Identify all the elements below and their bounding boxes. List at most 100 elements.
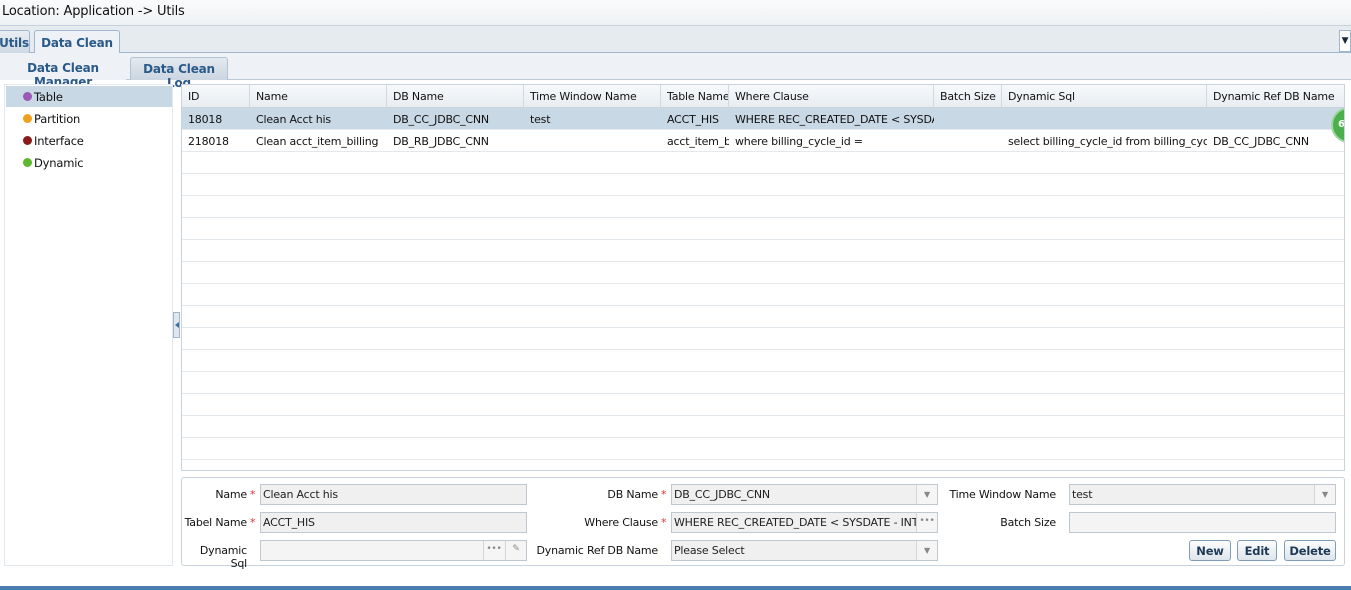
chevron-down-icon[interactable]: ▼ (916, 485, 937, 504)
cell-dynamic-ref-db-name (1207, 108, 1344, 130)
delete-button[interactable]: Delete (1284, 540, 1336, 561)
cell-id: 218018 (188, 135, 229, 148)
empty-row (182, 438, 1344, 460)
cell-batch-size (934, 108, 1002, 130)
tab-list-dropdown-button[interactable]: ▼ (1339, 30, 1351, 52)
tabel-name-label: Tabel Name (184, 516, 248, 529)
column-header-dynamic-sql[interactable]: Dynamic Sql (1002, 85, 1207, 108)
required-mark: * (250, 516, 256, 529)
empty-row (182, 174, 1344, 196)
chevron-down-icon: ▼ (1341, 36, 1349, 46)
column-header-table-name[interactable]: Table Name (661, 85, 729, 108)
cell-table-name: acct_item_bi (667, 135, 729, 148)
empty-row (182, 328, 1344, 350)
more-icon[interactable]: ••• (483, 541, 504, 560)
location-path: Application -> Utils (63, 4, 185, 19)
cell-name: Clean acct_item_billing (256, 135, 379, 148)
empty-row (182, 152, 1344, 174)
empty-row (182, 240, 1344, 262)
required-mark: * (661, 488, 667, 501)
dynamic-ref-db-name-label: Dynamic Ref DB Name (536, 544, 659, 557)
tab-data-clean-manager[interactable]: Data Clean Manager (0, 57, 126, 89)
column-header-dynamic-ref-db-name[interactable]: Dynamic Ref DB Name (1207, 85, 1344, 108)
cell-table-name: ACCT_HIS (667, 113, 719, 126)
tree-item-label: Interface (34, 134, 84, 148)
cell-dynamic-sql (1002, 108, 1207, 130)
where-clause-label: Where Clause (584, 516, 658, 529)
where-clause-field[interactable]: WHERE REC_CREATED_DATE < SYSDATE - INTER… (671, 512, 938, 533)
tab-utils[interactable]: Utils (0, 30, 30, 54)
chevron-down-icon[interactable]: ▼ (916, 541, 937, 560)
cell-where-clause: WHERE REC_CREATED_DATE < SYSDATE (735, 113, 934, 126)
purple-dot-icon (23, 92, 32, 101)
name-field[interactable]: Clean Acct his (260, 484, 527, 505)
tree-item-interface[interactable]: Interface (6, 130, 172, 151)
db-name-label: DB Name (607, 488, 658, 501)
dynamic-sql-field[interactable]: ••• ✎ (260, 540, 527, 561)
cell-name: Clean Acct his (256, 113, 331, 126)
tab-data-clean[interactable]: Data Clean (34, 30, 120, 55)
column-header-time-window-name[interactable]: Time Window Name (524, 85, 661, 108)
time-window-name-value: test (1072, 488, 1093, 501)
column-header-name[interactable]: Name (250, 85, 387, 108)
tree-item-label: Table (34, 90, 63, 104)
empty-row (182, 350, 1344, 372)
location-label: Location: (2, 4, 60, 19)
column-header-db-name[interactable]: DB Name (387, 85, 524, 108)
sub-tab-bar: Data Clean Manager Data Clean Log (0, 53, 1351, 90)
time-window-name-select[interactable]: test ▼ (1069, 484, 1336, 505)
column-header-id[interactable]: ID (182, 85, 250, 108)
dynamic-ref-db-name-value: Please Select (674, 544, 745, 557)
empty-row (182, 218, 1344, 240)
cell-id: 18018 (188, 113, 222, 126)
empty-row (182, 262, 1344, 284)
where-clause-value: WHERE REC_CREATED_DATE < SYSDATE - INTER (674, 516, 933, 529)
empty-row (182, 372, 1344, 394)
db-name-select[interactable]: DB_CC_JDBC_CNN ▼ (671, 484, 938, 505)
more-icon[interactable]: ••• (916, 513, 937, 532)
tree-item-partition[interactable]: Partition (6, 108, 172, 129)
required-mark: * (661, 516, 667, 529)
db-name-value: DB_CC_JDBC_CNN (674, 488, 770, 501)
chevron-down-icon[interactable]: ▼ (1314, 485, 1335, 504)
batch-size-field[interactable] (1069, 512, 1336, 533)
required-mark: * (250, 488, 256, 501)
empty-row (182, 394, 1344, 416)
grid-header: ID Name DB Name Time Window Name Table N… (182, 85, 1344, 108)
green-dot-icon (23, 158, 32, 167)
table-row[interactable]: 18018 Clean Acct his DB_CC_JDBC_CNN test… (182, 108, 1344, 130)
cell-time-window-name (524, 130, 661, 152)
location-bar: Location: Application -> Utils (0, 0, 1351, 26)
tree-item-dynamic[interactable]: Dynamic (6, 152, 172, 173)
column-header-batch-size[interactable]: Batch Size (934, 85, 1002, 108)
empty-row (182, 284, 1344, 306)
status-bar (0, 586, 1351, 590)
empty-row (182, 306, 1344, 328)
red-dot-icon (23, 136, 32, 145)
cell-db-name: DB_RB_JDBC_CNN (393, 135, 489, 148)
tab-data-clean-log[interactable]: Data Clean Log (130, 57, 228, 90)
collapse-panel-handle[interactable] (173, 312, 180, 338)
category-tree: Table Partition Interface Dynamic (4, 84, 173, 566)
dynamic-sql-label: Dynamic Sql (199, 544, 247, 570)
dynamic-ref-db-name-select[interactable]: Please Select ▼ (671, 540, 938, 561)
new-button[interactable]: New (1189, 540, 1231, 561)
time-window-name-label: Time Window Name (949, 488, 1056, 501)
table-row[interactable]: 218018 Clean acct_item_billing DB_RB_JDB… (182, 130, 1344, 152)
tree-item-table[interactable]: Table (6, 86, 172, 107)
empty-row (182, 416, 1344, 438)
tree-item-label: Partition (34, 112, 81, 126)
tree-item-label: Dynamic (34, 156, 84, 170)
detail-form: Name * Clean Acct his Tabel Name * ACCT_… (181, 477, 1345, 570)
orange-dot-icon (23, 114, 32, 123)
tabel-name-field[interactable]: ACCT_HIS (260, 512, 527, 533)
cell-dynamic-sql: select billing_cycle_id from billing_cyc… (1008, 135, 1207, 148)
top-tab-bar: Utils Data Clean (0, 26, 1351, 55)
cell-batch-size (934, 130, 1002, 152)
edit-button[interactable]: Edit (1237, 540, 1277, 561)
cell-where-clause: where billing_cycle_id = (735, 135, 863, 148)
empty-row (182, 196, 1344, 218)
cell-db-name: DB_CC_JDBC_CNN (393, 113, 489, 126)
column-header-where-clause[interactable]: Where Clause (729, 85, 934, 108)
batch-size-label: Batch Size (1000, 516, 1056, 529)
